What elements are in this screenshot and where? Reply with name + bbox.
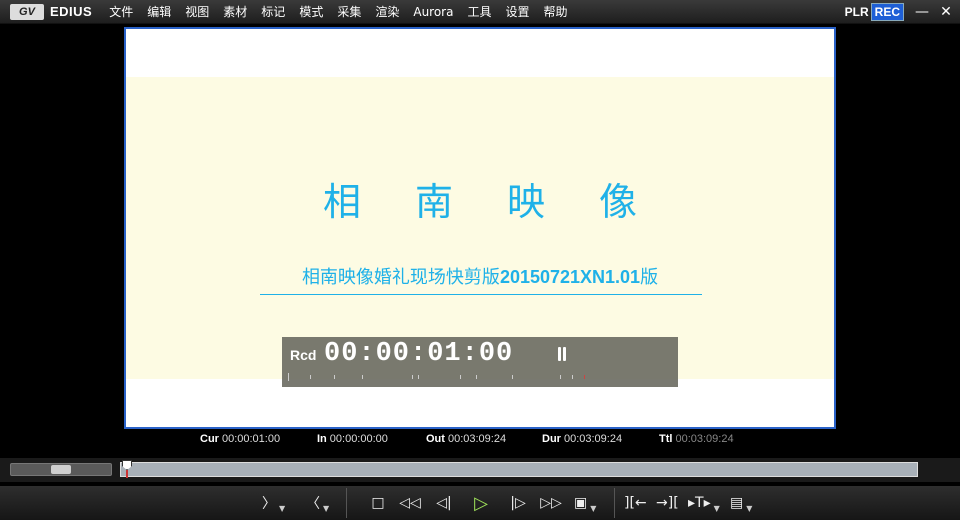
stop-icon: □ [371, 495, 385, 511]
playhead-line [126, 470, 128, 478]
menu-clip[interactable]: 素材 [216, 0, 254, 24]
set-out-button[interactable]: 〈 ▼ [306, 491, 329, 515]
preview-subtitle: 相南映像婚礼现场快剪版20150721XN1.01版 [126, 263, 834, 289]
timecode-info-strip: Cur 00:00:01:00 In 00:00:00:00 Out 00:03:09… [0, 432, 960, 448]
insert-to-timeline-button[interactable]: ][← [624, 491, 647, 515]
step-forward-button[interactable]: |▷ [506, 491, 530, 515]
audio-meter-ticks [288, 373, 588, 381]
match-frame-icon: ▸T▸ [688, 495, 711, 511]
subtitle-prefix: 相南映像婚礼现场快剪版 [301, 267, 500, 288]
preview-main-title: 相南映像 [322, 180, 691, 224]
menu-tools[interactable]: 工具 [460, 0, 498, 24]
scrubber-row [0, 458, 960, 482]
rewind-button[interactable]: ◁◁ [397, 491, 423, 515]
dropdown-arrow-icon[interactable]: ▼ [279, 504, 285, 513]
playhead-icon [122, 460, 132, 470]
out-timecode: Out 00:03:09:24 [426, 433, 507, 445]
set-in-button[interactable]: 〉 ▼ [262, 491, 285, 515]
fast-forward-button[interactable]: ▷▷ [538, 491, 564, 515]
dropdown-arrow-icon[interactable]: ▼ [590, 504, 596, 513]
match-frame-button[interactable]: ▸T▸ ▼ [688, 491, 720, 515]
menu-render[interactable]: 渲染 [368, 0, 406, 24]
step-back-button[interactable]: ◁| [432, 491, 456, 515]
overlay-label: Rcd [290, 347, 317, 363]
stop-button[interactable]: □ [368, 491, 388, 515]
shuttle-slider[interactable] [10, 463, 112, 476]
loop-play-button[interactable]: ▣ ▼ [574, 491, 596, 515]
subtitle-underline [260, 294, 702, 295]
close-icon[interactable]: ✕ [936, 2, 956, 22]
shuttle-knob[interactable] [51, 465, 71, 474]
play-icon: ▷ [474, 492, 488, 514]
dropdown-arrow-icon[interactable]: ▼ [746, 504, 752, 513]
menu-marker[interactable]: 标记 [254, 0, 292, 24]
menu-capture[interactable]: 采集 [330, 0, 368, 24]
set-in-icon: 〉 [262, 496, 276, 512]
loop-play-icon: ▣ [574, 495, 588, 511]
position-bar[interactable] [120, 462, 918, 477]
transport-controls: 〉 ▼ 〈 ▼ □ ◁◁ ◁| ▷ |▷ ▷▷ ▣ ▼ ][← →][ ▸T▸ ▼ ▤ ▼ [0, 486, 960, 520]
app-name: EDIUS [50, 4, 93, 19]
rewind-icon: ◁◁ [399, 495, 421, 511]
pause-icon [558, 346, 568, 361]
dur-timecode: Dur 00:03:09:24 [542, 433, 623, 445]
fast-forward-icon: ▷▷ [540, 495, 562, 511]
subtitle-code: 20150721XN1.01 [499, 267, 641, 287]
preview-frame[interactable]: 相南映像 相南映像婚礼现场快剪版20150721XN1.01版 Rcd 00:0… [124, 27, 836, 429]
overlay-timecode: 00:00:01:00 [324, 339, 514, 369]
output-button[interactable]: ▤ ▼ [730, 491, 752, 515]
control-divider [614, 488, 615, 518]
output-icon: ▤ [730, 495, 744, 511]
menu-help[interactable]: 帮助 [537, 0, 575, 24]
step-back-icon: ◁| [436, 495, 452, 511]
title-bar: GV EDIUS 文件 编辑 视图 素材 标记 模式 采集 渲染 Aurora … [0, 0, 960, 24]
dropdown-arrow-icon[interactable]: ▼ [323, 504, 329, 513]
timecode-overlay: Rcd 00:00:01:00 [282, 337, 678, 387]
menu-mode[interactable]: 模式 [292, 0, 330, 24]
recorder-monitor: 相南映像 相南映像婚礼现场快剪版20150721XN1.01版 Rcd 00:0… [4, 24, 956, 452]
playhead-handle[interactable] [122, 460, 132, 480]
overwrite-icon: →][ [656, 495, 679, 511]
menu-file[interactable]: 文件 [102, 0, 140, 24]
dropdown-arrow-icon[interactable]: ▼ [714, 504, 720, 513]
gv-logo: GV [10, 3, 44, 20]
title-card-background [126, 77, 834, 379]
menu-aurora[interactable]: Aurora [406, 0, 460, 24]
subtitle-suffix: 版 [640, 267, 659, 288]
rec-mode-button[interactable]: REC [870, 2, 904, 21]
insert-icon: ][← [624, 495, 647, 511]
control-divider [346, 488, 347, 518]
menu-edit[interactable]: 编辑 [140, 0, 178, 24]
minimize-icon[interactable]: — [912, 2, 932, 22]
menu-view[interactable]: 视图 [178, 0, 216, 24]
plr-mode-button[interactable]: PLR [845, 5, 869, 19]
cur-timecode: Cur 00:00:01:00 [200, 433, 281, 445]
overwrite-to-timeline-button[interactable]: →][ [656, 491, 679, 515]
in-timecode: In 00:00:00:00 [317, 433, 388, 445]
play-button[interactable]: ▷ [470, 491, 492, 515]
ttl-timecode: Ttl 00:03:09:24 [659, 433, 734, 445]
set-out-icon: 〈 [306, 496, 320, 512]
step-forward-icon: |▷ [510, 495, 526, 511]
menu-settings[interactable]: 设置 [499, 0, 537, 24]
